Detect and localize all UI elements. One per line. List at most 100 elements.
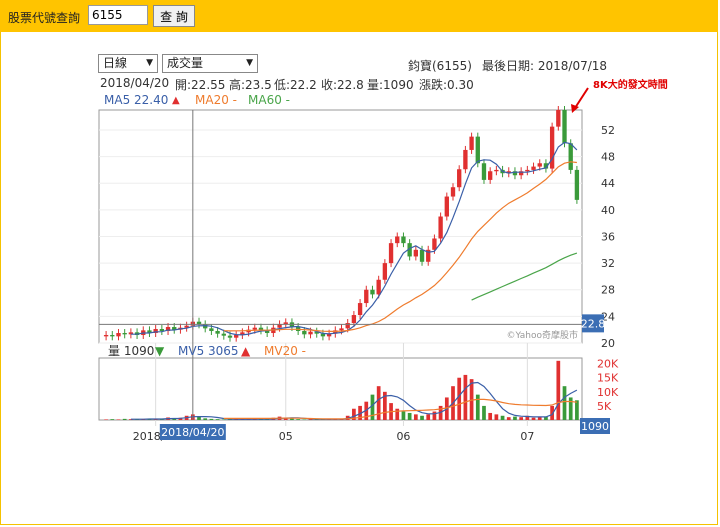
candle-body <box>568 143 573 170</box>
candle-body <box>556 110 561 127</box>
x-tick-label: 06 <box>396 430 410 443</box>
volume-tag-label: 1090 <box>581 420 609 433</box>
candle-body <box>432 238 437 250</box>
volume-bar <box>488 412 493 420</box>
candle-body <box>481 163 487 180</box>
candle-body <box>252 327 257 330</box>
annotation-arrow-icon <box>574 87 589 109</box>
candle-body <box>302 331 307 335</box>
volume-bar <box>296 419 300 420</box>
ma20-line <box>223 161 577 332</box>
volume-bar <box>519 417 524 420</box>
candle-body <box>450 187 456 197</box>
candle-body <box>234 335 239 338</box>
volume-bar <box>500 415 505 420</box>
volume-tick-label: 20K <box>597 358 619 371</box>
volume-tick-label: 15K <box>597 372 619 385</box>
volume-bar <box>575 400 579 420</box>
candle-body <box>395 236 400 244</box>
volume-bar <box>290 418 294 420</box>
candle-body <box>549 126 555 169</box>
mv20-legend: MV20 - <box>264 344 306 358</box>
mv5-legend: MV5 3065 <box>178 344 239 358</box>
candle-body <box>364 289 369 304</box>
volume-bar <box>568 397 573 420</box>
volume-bar <box>122 418 127 420</box>
volume-bar <box>401 411 406 420</box>
candle-body <box>388 243 394 264</box>
candle-body <box>494 169 499 172</box>
volume-bar <box>302 419 307 420</box>
price-tick-label: 36 <box>601 230 615 243</box>
volume-bar <box>531 417 536 420</box>
candle-body <box>209 328 214 332</box>
candle-body <box>438 216 443 239</box>
volume-bar <box>432 411 437 420</box>
candle-body <box>308 331 313 335</box>
candle-body <box>227 335 233 338</box>
volume-bar <box>457 377 462 420</box>
candle-body <box>116 333 121 337</box>
candle-body <box>339 328 344 331</box>
price-tick-label: 32 <box>601 257 615 270</box>
price-tag-label: 22.8 <box>581 317 606 330</box>
candle-body <box>475 136 480 164</box>
candle-body <box>345 323 350 329</box>
price-tick-label: 20 <box>601 337 615 350</box>
mv5-up-arrow-icon: ▲ <box>241 344 251 358</box>
candle-body <box>376 279 381 295</box>
candle-body <box>351 315 357 324</box>
candle-body <box>215 331 220 334</box>
price-tick-label: 40 <box>601 204 615 217</box>
candle-body <box>537 163 542 167</box>
candle-body <box>525 169 530 172</box>
price-tick-label: 52 <box>601 124 615 137</box>
date-cursor-label: 2018/04/20 <box>161 426 224 439</box>
volume-bar <box>537 417 542 420</box>
stock-chart[interactable]: 52484440363228242020K15K10K5K2018/04 05 06… <box>0 0 720 527</box>
volume-bar <box>463 374 468 420</box>
volume-panel-frame <box>98 357 583 421</box>
candle-body <box>103 335 109 337</box>
candle-body <box>463 149 468 170</box>
volume-bar <box>215 419 220 420</box>
candle-body <box>444 196 449 217</box>
volume-bar <box>395 408 400 420</box>
candle-body <box>457 169 462 188</box>
volume-bar <box>426 414 431 420</box>
volume-bar <box>376 386 381 420</box>
candle-body <box>370 289 375 295</box>
volume-bar <box>221 419 226 420</box>
volume-bar <box>494 414 499 420</box>
x-tick-label: 05 <box>279 430 293 443</box>
volume-bar <box>506 417 511 420</box>
x-tick-label: 07 <box>520 430 534 443</box>
volume-tick-label: 5K <box>597 400 612 413</box>
volume-bar <box>407 412 412 420</box>
candle-body <box>203 324 208 329</box>
volume-bar <box>556 360 561 420</box>
volume-bar <box>562 386 567 420</box>
volume-bar <box>413 414 418 420</box>
volume-bar <box>209 418 214 420</box>
candle-body <box>469 136 474 150</box>
candle-body <box>531 166 536 170</box>
volume-bar <box>482 405 486 420</box>
price-tick-label: 48 <box>601 151 615 164</box>
volume-bar <box>203 418 208 420</box>
volume-bar <box>110 419 115 420</box>
volume-legend: 量 1090 <box>108 344 154 358</box>
price-tick-label: 44 <box>601 177 615 190</box>
candle-body <box>221 333 226 336</box>
candle-body <box>357 303 363 316</box>
volume-bar <box>420 415 424 420</box>
candle-body <box>382 263 388 280</box>
volume-bar <box>116 419 121 420</box>
price-tick-label: 28 <box>601 284 615 297</box>
candle-body <box>488 171 493 180</box>
volume-bar <box>104 419 108 420</box>
volume-down-arrow-icon: ▼ <box>155 344 165 358</box>
ma60-line <box>471 252 578 301</box>
candle-body <box>110 335 115 337</box>
volume-tick-label: 10K <box>597 386 619 399</box>
